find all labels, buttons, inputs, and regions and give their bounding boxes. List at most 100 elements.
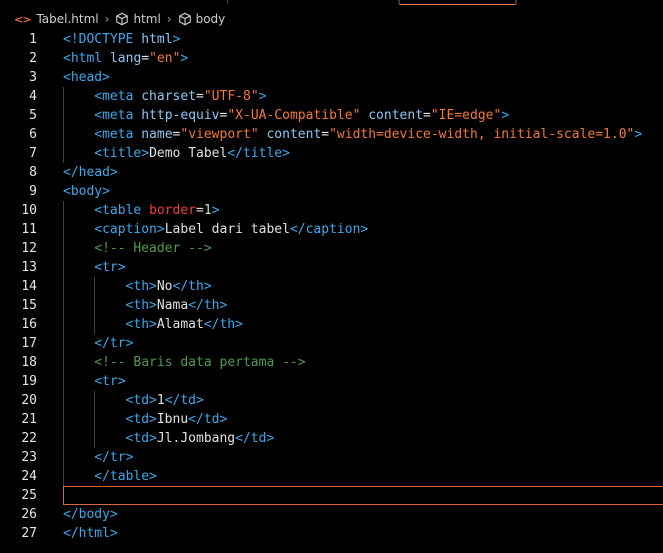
code-text: </tr> xyxy=(94,448,133,467)
code-line[interactable]: 25 xyxy=(0,486,663,505)
code-text: <td>Jl.Jombang</td> xyxy=(126,429,275,448)
code-token: "X-UA-Compatible" xyxy=(227,108,361,123)
indent-guide xyxy=(94,410,96,429)
breadcrumb-file[interactable]: <> Tabel.html xyxy=(0,12,99,26)
code-token: = xyxy=(321,127,330,142)
breadcrumb: <> Tabel.html › html › body xyxy=(0,8,663,30)
code-line[interactable]: 1 <!DOCTYPE html> xyxy=(0,30,663,49)
code-line[interactable]: 7 <title>Demo Tabel</title> xyxy=(0,144,663,163)
code-token: <body> xyxy=(63,184,110,199)
code-token: <html xyxy=(63,51,110,66)
code-brackets-icon: <> xyxy=(14,12,31,26)
indent-guide xyxy=(63,429,64,448)
code-token: <th> xyxy=(125,298,157,313)
code-token: "viewport" xyxy=(180,127,259,142)
code-line[interactable]: 15 <th>Nama</th> xyxy=(0,296,663,315)
code-text: <title>Demo Tabel</title> xyxy=(94,144,290,163)
code-text: <td>Ibnu</td> xyxy=(126,410,228,429)
code-line[interactable]: 3 <head> xyxy=(0,68,663,87)
code-token: = xyxy=(196,89,204,104)
code-token: <table xyxy=(94,203,150,218)
indent-guide xyxy=(94,391,96,410)
code-token: lang xyxy=(109,51,142,66)
code-line[interactable]: 19 <tr> xyxy=(0,372,663,391)
code-text: <head> xyxy=(63,68,110,87)
editor-tab[interactable] xyxy=(227,0,399,4)
line-number: 4 xyxy=(29,89,37,104)
line-number: 13 xyxy=(21,260,37,275)
code-line[interactable]: 18 <!-- Baris data pertama --> xyxy=(0,353,663,372)
indent-guide xyxy=(63,315,64,334)
code-line[interactable]: 8 </head> xyxy=(0,163,663,182)
line-number: 2 xyxy=(29,51,37,66)
code-text: <th>Nama</th> xyxy=(126,296,228,315)
code-token: </head> xyxy=(63,165,118,180)
code-token: </td> xyxy=(188,412,228,427)
line-number: 1 xyxy=(29,32,37,47)
code-line[interactable]: 24 </table> xyxy=(0,467,663,486)
code-token: Label dari tabel xyxy=(164,222,290,237)
code-line[interactable]: 17 </tr> xyxy=(0,334,663,353)
code-line[interactable]: 10 <table border=1> xyxy=(0,201,663,220)
code-token: border xyxy=(149,203,197,218)
breadcrumb-body-label: body xyxy=(195,12,226,26)
code-token: <tr> xyxy=(94,260,126,275)
code-text: </head> xyxy=(63,163,118,182)
code-line[interactable]: 12 <!-- Header --> xyxy=(0,239,663,258)
code-line[interactable]: 26 </body> xyxy=(0,505,663,524)
breadcrumb-body[interactable]: body xyxy=(178,12,226,26)
code-token: 1 xyxy=(156,393,165,408)
indent-guide xyxy=(63,239,64,258)
line-number: 11 xyxy=(21,222,37,237)
code-token: <!-- Header --> xyxy=(94,241,212,256)
code-line[interactable]: 4 <meta charset="UTF-8"> xyxy=(0,87,663,106)
indent-guide xyxy=(63,410,64,429)
code-line[interactable]: 6 <meta name="viewport" content="width=de… xyxy=(0,125,663,144)
code-line[interactable]: 14 <th>No</th> xyxy=(0,277,663,296)
code-line[interactable]: 21 <td>Ibnu</td> xyxy=(0,410,663,429)
code-token: = xyxy=(423,108,431,123)
code-text: <tr> xyxy=(94,258,125,277)
code-line[interactable]: 27 </html> xyxy=(0,524,663,543)
code-token: </th> xyxy=(188,298,228,313)
code-line[interactable]: 16 <th>Alamat</th> xyxy=(0,315,663,334)
code-line[interactable]: 5 <meta http-equiv = "X-UA-Compatible" cont… xyxy=(0,106,663,125)
editor-tab-active[interactable] xyxy=(399,0,516,5)
code-token: 1 xyxy=(203,203,212,218)
code-text: <td>1</td> xyxy=(126,391,204,410)
code-text: </html> xyxy=(63,524,118,543)
code-token: <th> xyxy=(125,317,157,332)
code-editor[interactable]: 1 <!DOCTYPE html> 2 <html lang="en"> 3 <head>… xyxy=(0,30,663,553)
code-token: </title> xyxy=(227,146,290,161)
code-token: <title> xyxy=(94,146,150,161)
line-number: 6 xyxy=(29,127,37,142)
code-token: <!-- Baris data pertama --> xyxy=(94,355,306,370)
indent-guide xyxy=(63,448,64,467)
code-token: name xyxy=(141,127,173,142)
code-line[interactable]: 20 <td>1</td> xyxy=(0,391,663,410)
breadcrumb-html[interactable]: html xyxy=(115,12,161,26)
code-line[interactable]: 22 <td>Jl.Jombang</td> xyxy=(0,429,663,448)
code-line[interactable]: 9 <body> xyxy=(0,182,663,201)
line-number: 3 xyxy=(29,70,37,85)
editor-tab-strip xyxy=(0,0,663,8)
indent-guide xyxy=(94,315,96,334)
code-token: > xyxy=(258,89,267,104)
code-text: <th>No</th> xyxy=(126,277,212,296)
code-token: <meta xyxy=(94,108,142,123)
line-number: 8 xyxy=(29,165,37,180)
line-number: 27 xyxy=(21,526,37,541)
line-number: 24 xyxy=(21,469,37,484)
code-line[interactable]: 23 </tr> xyxy=(0,448,663,467)
code-token: content xyxy=(368,108,424,123)
code-token: Ibnu xyxy=(156,412,189,427)
indent-guide xyxy=(63,125,64,144)
indent-guide xyxy=(63,144,64,163)
code-line[interactable]: 11 <caption>Label dari tabel</caption> xyxy=(0,220,663,239)
code-line[interactable]: 13 <tr> xyxy=(0,258,663,277)
code-token: </tr> xyxy=(94,450,134,465)
code-text: <!DOCTYPE html> xyxy=(63,30,180,49)
code-line[interactable]: 2 <html lang="en"> xyxy=(0,49,663,68)
code-text: <table border=1> xyxy=(94,201,219,220)
editor-tab[interactable] xyxy=(516,0,663,4)
